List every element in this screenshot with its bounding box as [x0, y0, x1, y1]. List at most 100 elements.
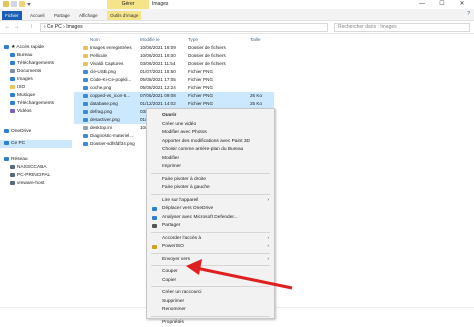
menu-separator	[151, 231, 270, 233]
menu-item[interactable]: PowerISO ›	[147, 243, 274, 251]
sidebar-item[interactable]: ISO	[0, 84, 72, 92]
computer-icon	[4, 140, 9, 145]
column-size[interactable]: Taille	[250, 36, 260, 44]
image-file-icon	[83, 86, 88, 90]
sidebar-item[interactable]: Images	[0, 76, 72, 84]
image-file-icon	[83, 142, 88, 146]
menu-item[interactable]: Créer une vidéo	[147, 121, 274, 129]
menu-item[interactable]: Envoyer vers ›	[147, 256, 274, 264]
sidebar-item[interactable]: vmware-host	[0, 180, 72, 188]
images-icon	[10, 76, 15, 81]
sidebar-item-label: NASSCCABA	[17, 165, 47, 170]
menu-item-label: Partager	[162, 223, 181, 228]
menu-item[interactable]: Renommer	[147, 306, 274, 314]
sidebar-item[interactable]: Documents	[0, 68, 72, 76]
computer-icon	[10, 172, 15, 177]
file-row[interactable]: database.png 01/12/2021 14:02 Fichier PNG 2…	[74, 100, 274, 108]
save-icon[interactable]	[11, 1, 17, 7]
menu-item[interactable]: Partager	[147, 222, 274, 230]
minimize-button[interactable]: —	[412, 0, 432, 9]
file-date: 01/07/2021 15:50	[140, 69, 176, 74]
download-icon	[10, 100, 15, 105]
file-date: 05/08/2021 12:24	[140, 85, 176, 90]
folder-icon[interactable]	[19, 1, 25, 7]
file-name: Images enregistrées	[90, 45, 132, 50]
menu-item-label: Analyser avec Microsoft Defender...	[162, 214, 238, 220]
column-name[interactable]: Nom	[90, 36, 100, 44]
menu-item[interactable]: Imprimer	[147, 163, 274, 171]
sidebar-item[interactable]: Musique	[0, 92, 72, 100]
sidebar-item[interactable]: Vidéos	[0, 108, 72, 116]
cloud-icon	[4, 128, 9, 133]
menu-item[interactable]: Accorder l'accès à ›	[147, 235, 274, 243]
manage-tab[interactable]: Gérer	[107, 0, 149, 9]
sidebar-item-label: Images	[17, 77, 33, 82]
menu-item-label: Déplacer vers OneDrive	[162, 206, 214, 211]
menu-item[interactable]: Couper	[147, 268, 274, 276]
file-name: Dossier-sdfsfdf34.png	[90, 141, 135, 146]
image-file-icon	[83, 134, 88, 138]
tab-home[interactable]: Accueil	[27, 11, 48, 20]
file-row[interactable]: coche.png 05/08/2021 12:24 Fichier PNG	[74, 84, 274, 92]
menu-item[interactable]: Modifier	[147, 155, 274, 163]
file-row[interactable]: Pellicule 10/06/2021 16:00 Dossier de fich…	[74, 52, 274, 60]
folder-icon	[83, 54, 88, 58]
tab-file[interactable]: Fichier	[2, 11, 22, 20]
menu-item[interactable]: Propriétés	[147, 319, 274, 327]
menu-item-label: Modifier avec Photos	[162, 130, 207, 135]
up-button[interactable]: ↑	[28, 23, 35, 32]
file-row[interactable]: Images enregistrées 10/06/2021 16:09 Dossi…	[74, 44, 274, 52]
menu-item[interactable]: Apporter des modifications avec Paint 3D	[147, 138, 274, 146]
menu-item[interactable]: Choisir comme arrière-plan du Bureau	[147, 146, 274, 154]
file-row[interactable]: cle-USB.png 01/07/2021 15:50 Fichier PNG	[74, 68, 274, 76]
close-button[interactable]: ✕	[452, 0, 472, 9]
tab-image-tools[interactable]: Outils d'image	[107, 11, 142, 20]
tab-view[interactable]: Affichage	[76, 11, 101, 20]
menu-item[interactable]: Déplacer vers OneDrive	[147, 205, 274, 213]
tab-share[interactable]: Partage	[51, 11, 73, 20]
menu-item-label: Couper	[162, 269, 178, 274]
sidebar-item[interactable]: Ce PC	[0, 140, 72, 148]
menu-item[interactable]: Modifier avec Photos	[147, 129, 274, 137]
address-bar[interactable]: › Ce PC › Images	[40, 23, 328, 32]
column-type[interactable]: Type	[188, 36, 198, 44]
menu-item[interactable]: Lire sur l'appareil ›	[147, 197, 274, 205]
sidebar-item[interactable]: PC-PRINCIPAL	[0, 172, 72, 180]
file-type: Fichier PNG	[188, 85, 214, 90]
sidebar-item[interactable]: OneDrive	[0, 128, 72, 136]
column-modified[interactable]: Modifié le	[140, 36, 160, 44]
folder-icon	[83, 46, 88, 50]
column-header: Nom Modifié le Type Taille	[74, 36, 474, 44]
folder-icon[interactable]	[3, 1, 9, 7]
folder-icon	[83, 62, 88, 66]
sidebar-item[interactable]: NASSCCABA	[0, 164, 72, 172]
file-row[interactable]: copped-vs_icon-5... 07/05/2021 09:08 Fichi…	[74, 92, 274, 100]
back-button[interactable]: ←	[4, 23, 11, 32]
menu-item-label: Modifier	[162, 155, 180, 161]
file-name: Diagnostic-materiel...	[90, 133, 134, 138]
menu-item[interactable]: Faire pivoter à droite	[147, 176, 274, 184]
file-row[interactable]: Code-Ki-Ce-popkli... 05/08/2021 17:05 Fich…	[74, 76, 274, 84]
menu-item-label: Choisir comme arrière-plan du Bureau	[162, 147, 244, 152]
search-input[interactable]: Rechercher dans : Images	[334, 23, 470, 32]
sidebar-item-label: Vidéos	[17, 109, 32, 114]
sidebar-item[interactable]: Bureau	[0, 52, 72, 60]
maximize-button[interactable]: ☐	[432, 0, 452, 9]
sidebar-item[interactable]: ★ Accès rapide	[0, 44, 72, 52]
sidebar-item[interactable]: Réseau	[0, 156, 72, 164]
poweriso-icon	[152, 245, 157, 249]
chevron-down-icon[interactable]	[27, 3, 31, 6]
sidebar-item[interactable]: Téléchargements	[0, 60, 72, 68]
navigation-pane: ★ Accès rapide Bureau Téléchargements Docum…	[0, 34, 72, 319]
menu-item[interactable]: Analyser avec Microsoft Defender...	[147, 214, 274, 222]
menu-item[interactable]: Créer un raccourci	[147, 289, 274, 297]
sidebar-item[interactable]: Téléchargements	[0, 100, 72, 108]
menu-item[interactable]: Ouvrir	[147, 112, 274, 120]
menu-item[interactable]: Supprimer	[147, 298, 274, 306]
help-icon[interactable]: ?	[467, 11, 470, 17]
forward-button[interactable]: →	[13, 23, 20, 32]
file-row[interactable]: Vivaldi Captures 03/06/2021 11:54 Dossier …	[74, 60, 274, 68]
menu-item[interactable]: Copier	[147, 277, 274, 285]
menu-item[interactable]: Faire pivoter à gauche	[147, 184, 274, 192]
menu-item-label: Créer une vidéo	[162, 121, 197, 127]
